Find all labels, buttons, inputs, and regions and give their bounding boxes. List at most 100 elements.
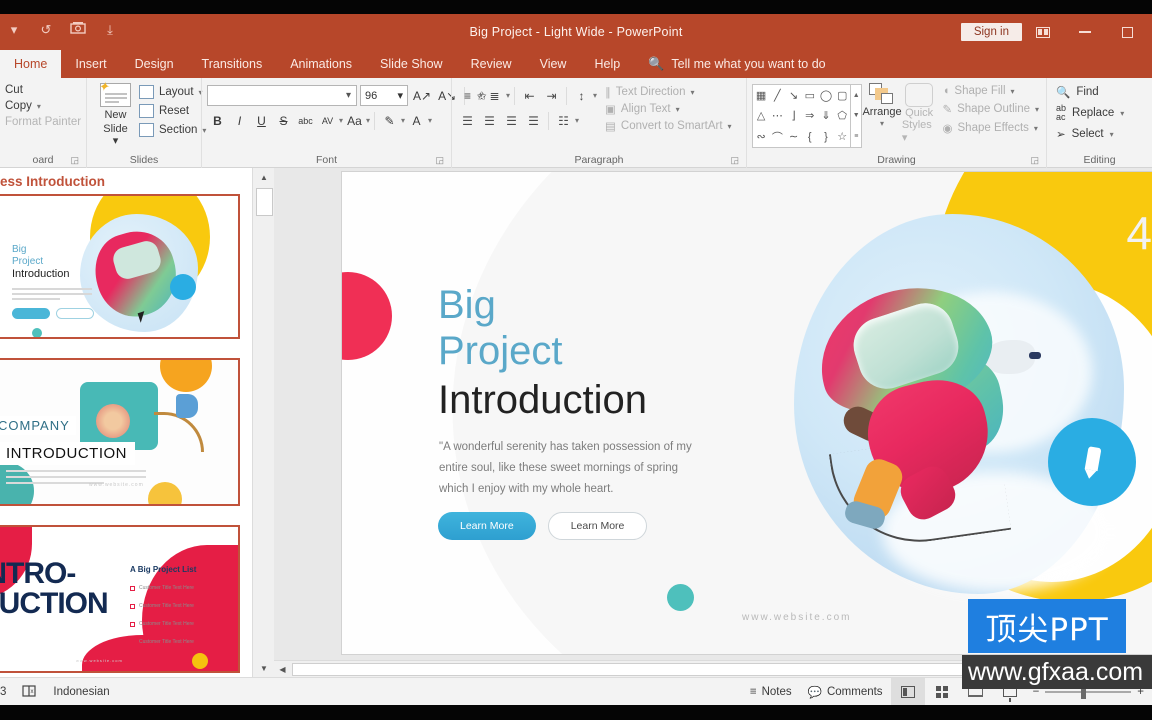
shape-right-arrow-icon[interactable]: ⇒ xyxy=(802,106,818,127)
format-painter-button[interactable]: Format Painter xyxy=(5,116,81,128)
chevron-down-icon[interactable]: ▾ xyxy=(339,116,343,125)
new-slide-button[interactable]: ✦ New Slide ▾ xyxy=(92,79,139,149)
tab-design[interactable]: Design xyxy=(121,50,188,78)
increase-font-size-button[interactable]: A↗ xyxy=(411,85,433,106)
shape-freeform-icon[interactable]: ∾ xyxy=(753,126,769,147)
chevron-down-icon[interactable]: ▾ xyxy=(397,89,403,102)
font-color-button[interactable]: A xyxy=(406,110,427,131)
slide-counter[interactable]: 3 xyxy=(0,686,6,698)
paragraph-dialog-launcher-icon[interactable]: ◲ xyxy=(730,155,739,166)
zoom-track[interactable] xyxy=(1045,684,1132,699)
tab-animations[interactable]: Animations xyxy=(276,50,366,78)
sign-in-button[interactable]: Sign in xyxy=(960,23,1022,41)
chevron-down-icon[interactable]: ▾ xyxy=(401,116,405,125)
character-spacing-button[interactable]: AV xyxy=(317,110,338,131)
slide-learn-more-secondary[interactable]: Learn More xyxy=(547,512,648,540)
tab-view[interactable]: View xyxy=(526,50,581,78)
notes-button[interactable]: ≡ Notes xyxy=(742,678,800,706)
scroll-left-icon[interactable]: ◀ xyxy=(274,661,291,678)
underline-button[interactable]: U xyxy=(251,110,272,131)
slide-sorter-view-button[interactable] xyxy=(925,678,959,706)
shapes-gallery-scrollbar[interactable]: ▲ ▼ ≡ xyxy=(851,84,863,148)
shape-outline-button[interactable]: ✎ Shape Outline ▾ xyxy=(942,102,1039,116)
shape-fill-button[interactable]: ◖ Shape Fill ▾ xyxy=(942,85,1039,97)
shape-elbow-arrow-icon[interactable]: ⌋ xyxy=(785,106,801,127)
shape-down-arrow-icon[interactable]: ⇓ xyxy=(818,106,834,127)
shape-triangle-icon[interactable]: △ xyxy=(753,106,769,127)
tell-me-search[interactable]: 🔍 Tell me what you want to do xyxy=(634,50,839,78)
shape-effects-button[interactable]: ◉ Shape Effects ▾ xyxy=(942,121,1039,135)
bullets-button[interactable]: ≡ xyxy=(457,85,478,106)
line-spacing-button[interactable]: ↕ xyxy=(571,85,592,106)
tab-home[interactable]: Home xyxy=(0,50,62,78)
drawing-dialog-launcher-icon[interactable]: ◲ xyxy=(1030,155,1039,166)
restore-icon[interactable] xyxy=(1106,14,1148,50)
tab-slide-show[interactable]: Slide Show xyxy=(366,50,457,78)
copy-button[interactable]: Copy ▾ xyxy=(5,100,81,112)
shape-right-brace-icon[interactable]: } xyxy=(818,126,834,147)
increase-indent-button[interactable]: ⇥ xyxy=(541,85,562,106)
spellcheck-icon[interactable]: x xyxy=(22,685,37,698)
convert-to-smartart-button[interactable]: ▤ Convert to SmartArt ▾ xyxy=(605,119,732,133)
font-dialog-launcher-icon[interactable]: ◲ xyxy=(435,155,444,166)
shape-left-brace-icon[interactable]: { xyxy=(802,126,818,147)
comments-button[interactable]: 💬 Comments xyxy=(800,678,891,706)
tab-help[interactable]: Help xyxy=(580,50,634,78)
clipboard-dialog-launcher-icon[interactable]: ◲ xyxy=(70,155,79,166)
justify-button[interactable]: ☰ xyxy=(523,110,544,131)
tab-transitions[interactable]: Transitions xyxy=(188,50,277,78)
scroll-up-icon[interactable]: ▲ xyxy=(853,92,860,99)
shape-oval-icon[interactable]: ◯ xyxy=(818,85,834,106)
thumbnail-pane-scrollbar[interactable]: ▲ ▼ xyxy=(252,168,274,677)
chevron-down-icon[interactable]: ▾ xyxy=(479,91,483,100)
scroll-up-icon[interactable]: ▲ xyxy=(253,168,275,186)
align-text-button[interactable]: ▣ Align Text ▾ xyxy=(605,102,732,116)
thumbnail-slide-1[interactable]: Big Project Introduction xyxy=(0,194,240,339)
shape-elbow-connector-icon[interactable]: ⋯ xyxy=(769,106,785,127)
align-center-button[interactable]: ☰ xyxy=(479,110,500,131)
shape-rectangle-icon[interactable]: ▭ xyxy=(802,85,818,106)
strikethrough-button[interactable]: S xyxy=(273,110,294,131)
current-slide[interactable]: 4 Big Project Introduction "A wonderful … xyxy=(342,172,1152,654)
ribbon-display-options-icon[interactable] xyxy=(1022,14,1064,50)
chevron-down-icon[interactable]: ▾ xyxy=(575,116,579,125)
shape-pentagon-icon[interactable]: ⬠ xyxy=(834,106,850,127)
cut-button[interactable]: Cut xyxy=(5,84,81,96)
chevron-down-icon[interactable]: ▾ xyxy=(428,116,432,125)
layout-button[interactable]: Layout ▾ xyxy=(139,85,206,99)
columns-button[interactable]: ☷ xyxy=(553,110,574,131)
shapes-more-icon[interactable]: ≡ xyxy=(854,133,858,140)
decrease-indent-button[interactable]: ⇤ xyxy=(519,85,540,106)
reset-button[interactable]: Reset xyxy=(139,104,206,118)
text-highlight-color-button[interactable]: ✎ xyxy=(379,110,400,131)
numbering-button[interactable]: ≣ xyxy=(484,85,505,106)
chevron-down-icon[interactable]: ▾ xyxy=(366,116,370,125)
replace-button[interactable]: ab ac Replace ▾ xyxy=(1056,104,1124,122)
section-button[interactable]: Section ▾ xyxy=(139,123,206,137)
minimize-icon[interactable] xyxy=(1064,14,1106,50)
scroll-down-icon[interactable]: ▼ xyxy=(853,112,860,119)
shape-star-icon[interactable]: ☆ xyxy=(834,126,850,147)
align-right-button[interactable]: ☰ xyxy=(501,110,522,131)
text-shadow-button[interactable]: abc xyxy=(295,110,316,131)
change-case-button[interactable]: Aa xyxy=(344,110,365,131)
shapes-gallery[interactable]: ▦ ╱ ↘ ▭ ◯ ▢ △ ⋯ ⌋ ⇒ ⇓ ⬠ ∾ ⌒ ∼ { } ☆ xyxy=(752,84,852,148)
scrollbar-thumb[interactable] xyxy=(256,188,273,216)
italic-button[interactable]: I xyxy=(229,110,250,131)
scroll-down-icon[interactable]: ▼ xyxy=(253,659,275,677)
bold-button[interactable]: B xyxy=(207,110,228,131)
language-indicator[interactable]: Indonesian xyxy=(53,686,109,698)
select-button[interactable]: ➢ Select ▾ xyxy=(1056,127,1124,141)
chevron-down-icon[interactable]: ▾ xyxy=(346,90,351,101)
quick-styles-button[interactable]: Quick Styles ▾ xyxy=(902,81,937,144)
shape-textbox-icon[interactable]: ▦ xyxy=(753,85,769,106)
text-direction-button[interactable]: ∥ Text Direction ▾ xyxy=(605,85,732,99)
tab-review[interactable]: Review xyxy=(457,50,526,78)
shape-rounded-rect-icon[interactable]: ▢ xyxy=(834,85,850,106)
shape-arrow-line-icon[interactable]: ↘ xyxy=(785,85,801,106)
slide-title-block[interactable]: Big Project Introduction xyxy=(438,282,647,426)
align-left-button[interactable]: ☰ xyxy=(457,110,478,131)
thumbnail-slide-3[interactable]: INTRO-DUCTION A Big Project List Custome… xyxy=(0,525,240,673)
tab-insert[interactable]: Insert xyxy=(61,50,120,78)
font-size-input[interactable]: 96 ▾ xyxy=(360,85,408,106)
